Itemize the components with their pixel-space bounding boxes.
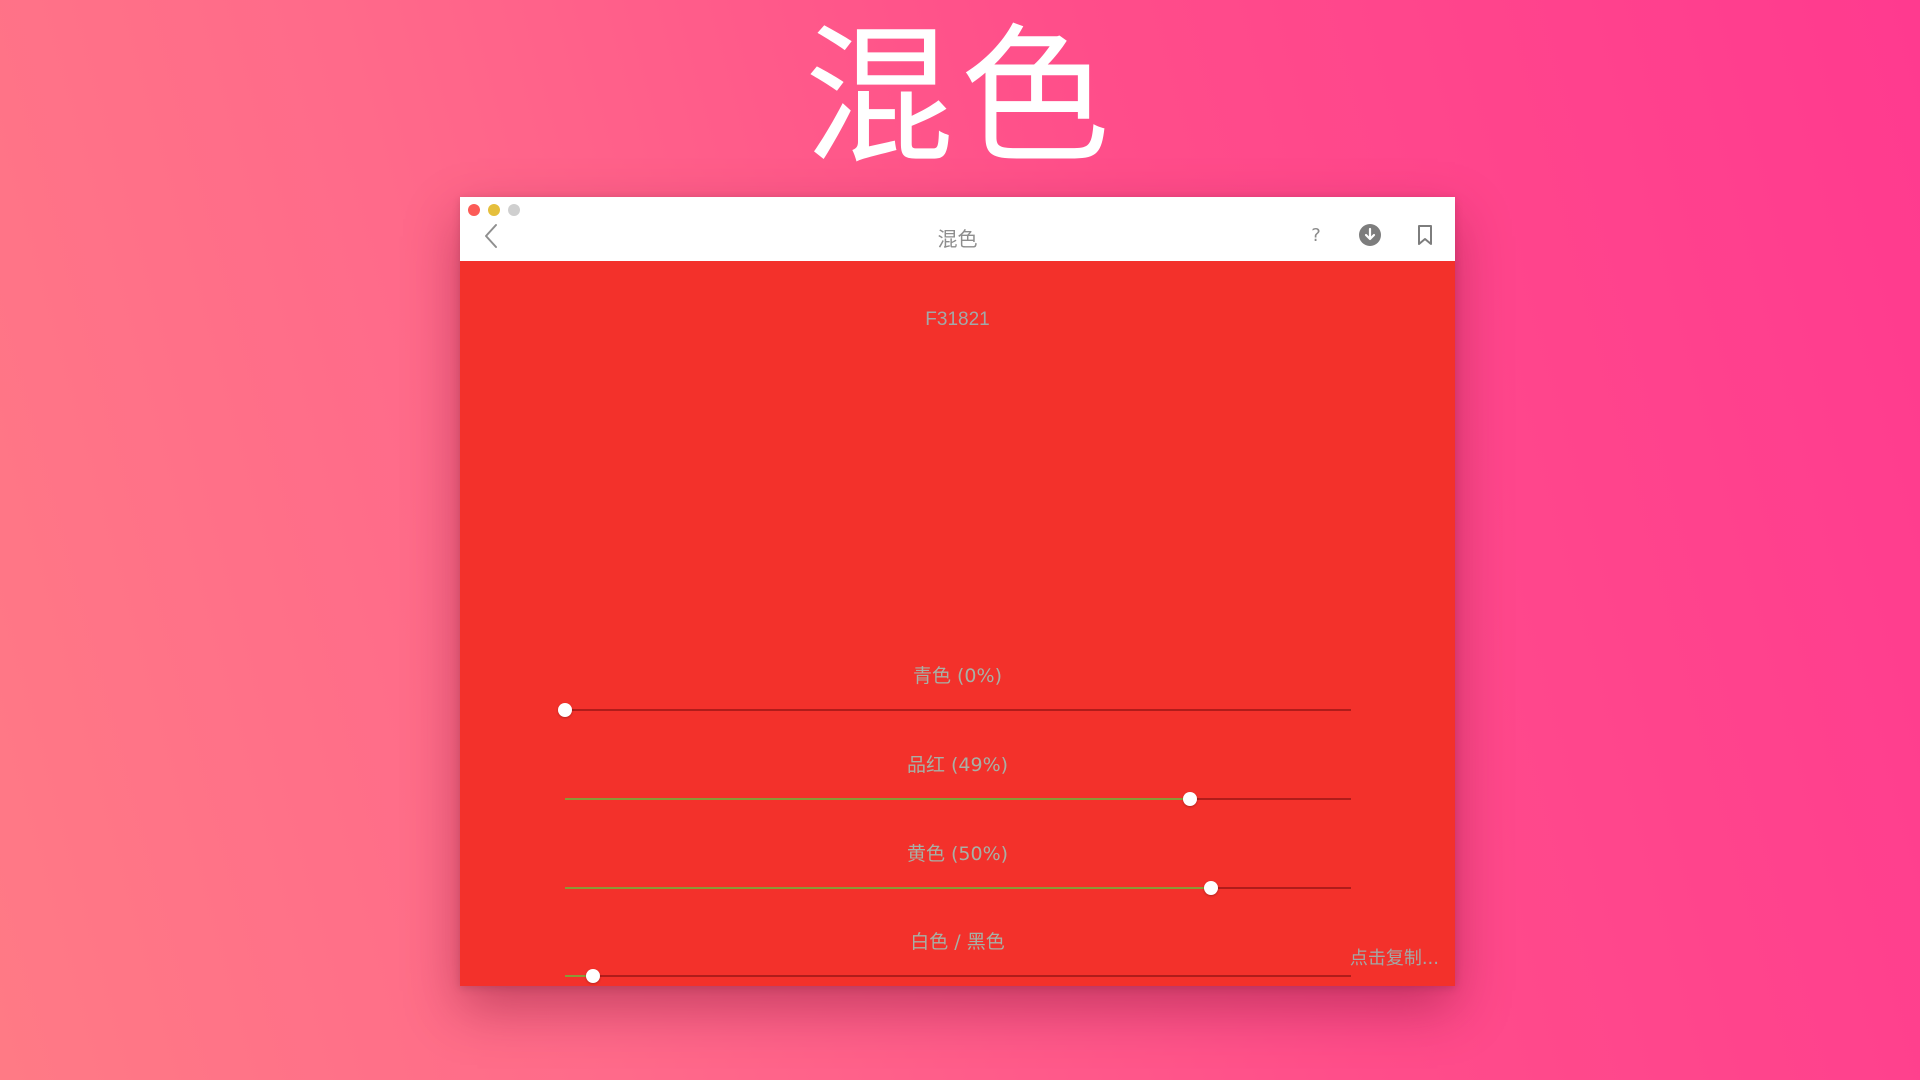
cyan-slider-label: 青色 (0%): [912, 665, 1002, 687]
bookmark-icon: [1418, 225, 1432, 245]
hex-color-value[interactable]: F31821: [460, 309, 1455, 331]
window-titlebar: 混色 ?: [460, 197, 1455, 262]
cyan-slider[interactable]: [558, 700, 1351, 720]
slider-track: [565, 975, 1351, 977]
yellow-slider-label: 黄色 (50%): [906, 843, 1009, 865]
bookmark-button[interactable]: [1411, 221, 1439, 249]
color-mixer-panel: F31821 青色 (0%) 品红 (49%) 黄色 (50%) 白色 / 黑色…: [460, 261, 1455, 986]
magenta-slider[interactable]: [565, 789, 1351, 809]
slider-track: [565, 709, 1351, 711]
hero-title: 混色: [803, 11, 1116, 185]
slider-fill: [565, 798, 1190, 800]
magenta-slider-label: 品红 (49%): [906, 754, 1009, 776]
app-window: 混色 ? F31821 青色 (0%) 品红 (49%) 黄色 (50%) 白色…: [460, 197, 1455, 986]
slider-fill: [565, 887, 1212, 889]
download-circle-icon: [1359, 224, 1381, 246]
slider-thumb[interactable]: [1182, 792, 1197, 806]
white-black-slider[interactable]: [565, 966, 1351, 986]
download-button[interactable]: [1356, 221, 1384, 249]
slider-thumb[interactable]: [558, 703, 572, 717]
help-button[interactable]: ?: [1302, 221, 1330, 249]
white-black-slider-label: 白色 / 黑色: [910, 931, 1005, 953]
slider-thumb[interactable]: [1204, 881, 1219, 895]
close-window-button[interactable]: [468, 204, 480, 216]
copy-hint-link[interactable]: 点击复制...: [1350, 944, 1439, 970]
slider-thumb[interactable]: [585, 969, 600, 983]
zoom-window-button[interactable]: [508, 204, 520, 216]
yellow-slider[interactable]: [565, 878, 1351, 898]
minimize-window-button[interactable]: [488, 204, 500, 216]
